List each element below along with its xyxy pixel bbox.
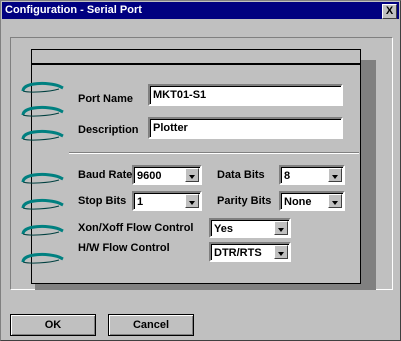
parity-bits-dropdown-button[interactable] (328, 194, 342, 208)
baud-rate-label: Baud Rate (78, 169, 133, 181)
binder-ring-icon (21, 129, 64, 141)
configuration-window: Configuration - Serial Port X Port Name … (0, 0, 401, 341)
stop-bits-select[interactable]: 1 (132, 191, 202, 211)
baud-rate-select[interactable]: 9600 (132, 165, 202, 185)
binder-ring-icon (21, 198, 64, 210)
data-bits-select[interactable]: 8 (279, 165, 345, 185)
stop-bits-label: Stop Bits (78, 195, 127, 207)
data-bits-value: 8 (284, 170, 291, 182)
xon-xoff-value: Yes (214, 223, 233, 235)
notebook-header-strip (31, 49, 361, 64)
chevron-down-icon (278, 252, 284, 256)
cancel-button[interactable]: Cancel (108, 314, 194, 336)
chevron-down-icon (332, 201, 338, 205)
chevron-down-icon (332, 175, 338, 179)
data-bits-dropdown-button[interactable] (328, 168, 342, 182)
binder-ring-icon (21, 224, 64, 236)
baud-rate-dropdown-button[interactable] (185, 168, 199, 182)
description-input[interactable]: Plotter (148, 117, 343, 139)
separator (69, 152, 359, 154)
chevron-down-icon (278, 228, 284, 232)
binder-ring-icon (21, 105, 64, 117)
port-name-label: Port Name (78, 93, 134, 105)
hw-flow-control-select[interactable]: DTR/RTS (209, 242, 291, 262)
binder-ring-icon (21, 81, 64, 93)
parity-bits-value: None (284, 196, 312, 208)
stop-bits-value: 1 (137, 196, 144, 208)
binder-ring-icon (21, 172, 64, 184)
hw-flow-control-value: DTR/RTS (214, 247, 262, 259)
hw-flow-control-label: H/W Flow Control (78, 242, 170, 254)
description-value: Plotter (153, 122, 188, 134)
port-name-input[interactable]: MKT01-S1 (148, 84, 343, 106)
close-button[interactable]: X (382, 4, 397, 19)
parity-bits-label: Parity Bits (217, 195, 272, 207)
description-label: Description (78, 124, 139, 136)
port-name-value: MKT01-S1 (153, 89, 207, 101)
xon-xoff-label: Xon/Xoff Flow Control (78, 222, 194, 234)
binder-ring-icon (21, 252, 64, 264)
window-title: Configuration - Serial Port (5, 4, 142, 16)
hw-flow-control-dropdown-button[interactable] (274, 245, 288, 259)
title-bar: Configuration - Serial Port X (2, 2, 399, 19)
chevron-down-icon (189, 201, 195, 205)
stop-bits-dropdown-button[interactable] (185, 194, 199, 208)
xon-xoff-dropdown-button[interactable] (274, 221, 288, 235)
chevron-down-icon (189, 175, 195, 179)
data-bits-label: Data Bits (217, 169, 265, 181)
baud-rate-value: 9600 (137, 170, 162, 182)
xon-xoff-select[interactable]: Yes (209, 218, 291, 238)
ok-button[interactable]: OK (10, 314, 96, 336)
parity-bits-select[interactable]: None (279, 191, 345, 211)
